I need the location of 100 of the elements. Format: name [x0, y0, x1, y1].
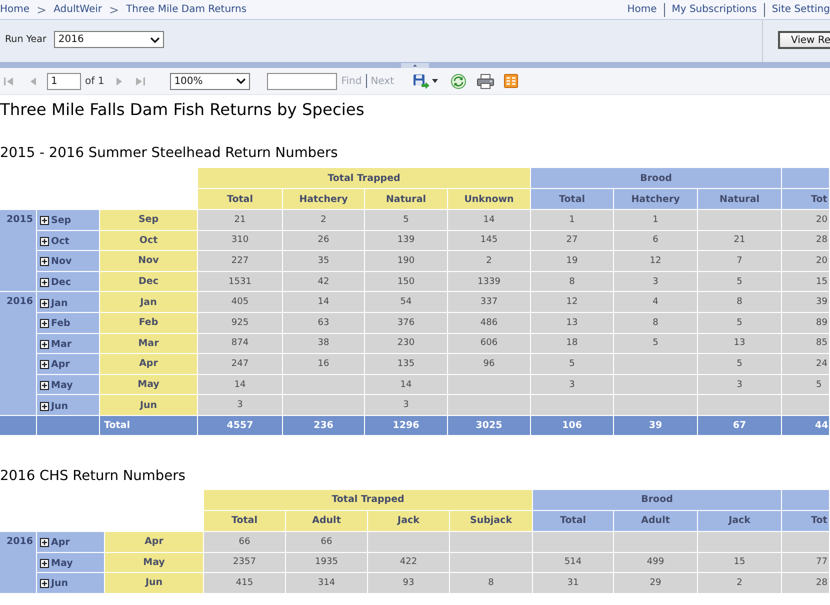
print-icon[interactable] [476, 74, 494, 88]
table-cell: 77 [782, 552, 830, 574]
table-cell: 13 [698, 334, 782, 354]
table-cell: 2 [698, 573, 782, 594]
table-cell: 190 [365, 251, 448, 272]
column-header: Total [198, 189, 283, 210]
month-cell: May [105, 552, 204, 574]
month-cell: Jun [105, 573, 204, 594]
month-cell: Sep [100, 210, 198, 231]
table-cell: 38 [283, 334, 365, 354]
top-nav-link[interactable]: My Subscriptions [672, 4, 757, 15]
table-cell: 14 [365, 374, 448, 396]
expand-icon[interactable] [40, 257, 49, 266]
expand-icon[interactable] [40, 236, 49, 246]
top-nav-link[interactable]: Home [627, 4, 657, 15]
report-title: Three Mile Falls Dam Fish Returns by Species [0, 99, 366, 121]
zoom-select[interactable]: 100% [170, 72, 250, 90]
collapse-handle[interactable] [401, 62, 429, 68]
month-cell: Dec [100, 272, 198, 292]
month-toggle[interactable]: Sep [40, 215, 72, 226]
expand-icon[interactable] [40, 360, 49, 370]
table-cell: 5 [782, 374, 830, 396]
expand-icon[interactable] [40, 298, 49, 308]
table-cell: 29 [614, 573, 698, 594]
month-cell: May [100, 374, 198, 396]
top-nav-link[interactable]: Site Setting [772, 4, 830, 15]
table-cell: 5 [698, 312, 782, 334]
table-cell: 8 [531, 272, 614, 292]
table-cell: 376 [365, 312, 448, 334]
column-header: Tot [782, 189, 830, 210]
refresh-icon[interactable] [450, 74, 466, 88]
table-title: 2015 - 2016 Summer Steelhead Return Numbers [0, 144, 339, 163]
save-icon[interactable] [412, 74, 430, 88]
table-cell: 5 [698, 354, 782, 375]
table-cell: 230 [365, 334, 448, 354]
expand-icon[interactable] [40, 340, 49, 349]
table-cell: 66 [286, 532, 368, 553]
expand-icon[interactable] [40, 579, 49, 588]
month-toggle[interactable]: Mar [40, 338, 72, 350]
expand-icon[interactable] [40, 319, 49, 328]
caret-down-icon[interactable] [432, 79, 438, 83]
month-toggle[interactable]: Apr [40, 359, 70, 370]
table-cell [782, 395, 830, 416]
table-cell: 145 [448, 230, 532, 252]
run-year-select[interactable]: 2016 [54, 31, 164, 48]
table-cell: 514 [533, 552, 614, 574]
month-cell: Jun [100, 395, 198, 416]
expand-icon[interactable] [40, 278, 49, 288]
column-group-header: Brood [531, 168, 782, 189]
page-number-field[interactable]: 1 [47, 72, 81, 90]
table-cell: 13 [531, 312, 614, 334]
month-toggle[interactable]: Jun [40, 400, 68, 412]
column-header: Total [531, 189, 614, 210]
column-group-header: Total Trapped [204, 490, 534, 511]
month-toggle[interactable]: Apr [40, 537, 70, 548]
month-toggle[interactable]: Oct [40, 236, 70, 247]
table-cell: 422 [368, 552, 450, 574]
chevron-down-icon [236, 78, 246, 84]
column-header: Natural [698, 189, 782, 210]
table-cell: 5 [531, 354, 614, 375]
table-cell: 3 [614, 272, 698, 292]
breadcrumb-link[interactable]: Three Mile Dam Returns [126, 4, 247, 15]
table-title: 2016 CHS Return Numbers [0, 466, 186, 486]
table-cell: 15 [698, 552, 782, 574]
column-group-header: Total Trapped [198, 168, 532, 189]
breadcrumb-link[interactable]: Home [0, 4, 30, 15]
table-cell: 66 [204, 532, 286, 553]
table-cell: 3 [531, 374, 614, 396]
table-cell: 1339 [448, 272, 532, 292]
column-header: Jack [698, 510, 782, 532]
table-cell: 1531 [198, 272, 283, 292]
month-toggle[interactable]: Dec [40, 277, 71, 288]
expand-icon[interactable] [40, 402, 49, 411]
find-field[interactable] [267, 72, 338, 90]
page-count-label: of 1 [85, 76, 104, 86]
month-toggle[interactable]: Feb [40, 318, 70, 330]
table-cell: 337 [448, 292, 532, 313]
month-toggle[interactable]: May [40, 558, 73, 569]
expand-icon[interactable] [40, 558, 49, 568]
expand-icon[interactable] [40, 538, 49, 548]
table-cell: 2 [448, 251, 532, 272]
table-cell: 139 [365, 230, 448, 252]
expand-icon[interactable] [40, 216, 49, 226]
total-row-cell: 4557 [198, 416, 283, 436]
table-cell: 606 [448, 334, 532, 354]
table-cell: 2 [283, 210, 365, 231]
month-toggle[interactable]: Jun [40, 578, 68, 590]
parameter-label: Run Year [5, 34, 46, 45]
month-toggle[interactable]: Jan [40, 298, 68, 309]
table-cell: 925 [198, 312, 283, 334]
view-report-button[interactable]: View Re [778, 31, 830, 49]
month-toggle[interactable]: Nov [40, 256, 72, 268]
table-cell: 486 [448, 312, 532, 334]
column-header: Adult [286, 510, 368, 532]
list-tile-icon[interactable] [504, 74, 518, 88]
month-toggle[interactable]: May [40, 380, 73, 392]
breadcrumb-link[interactable]: AdultWeir [54, 4, 102, 15]
expand-icon[interactable] [40, 381, 49, 390]
column-group-header: Brood [533, 490, 782, 511]
table-cell: 1935 [286, 552, 368, 574]
